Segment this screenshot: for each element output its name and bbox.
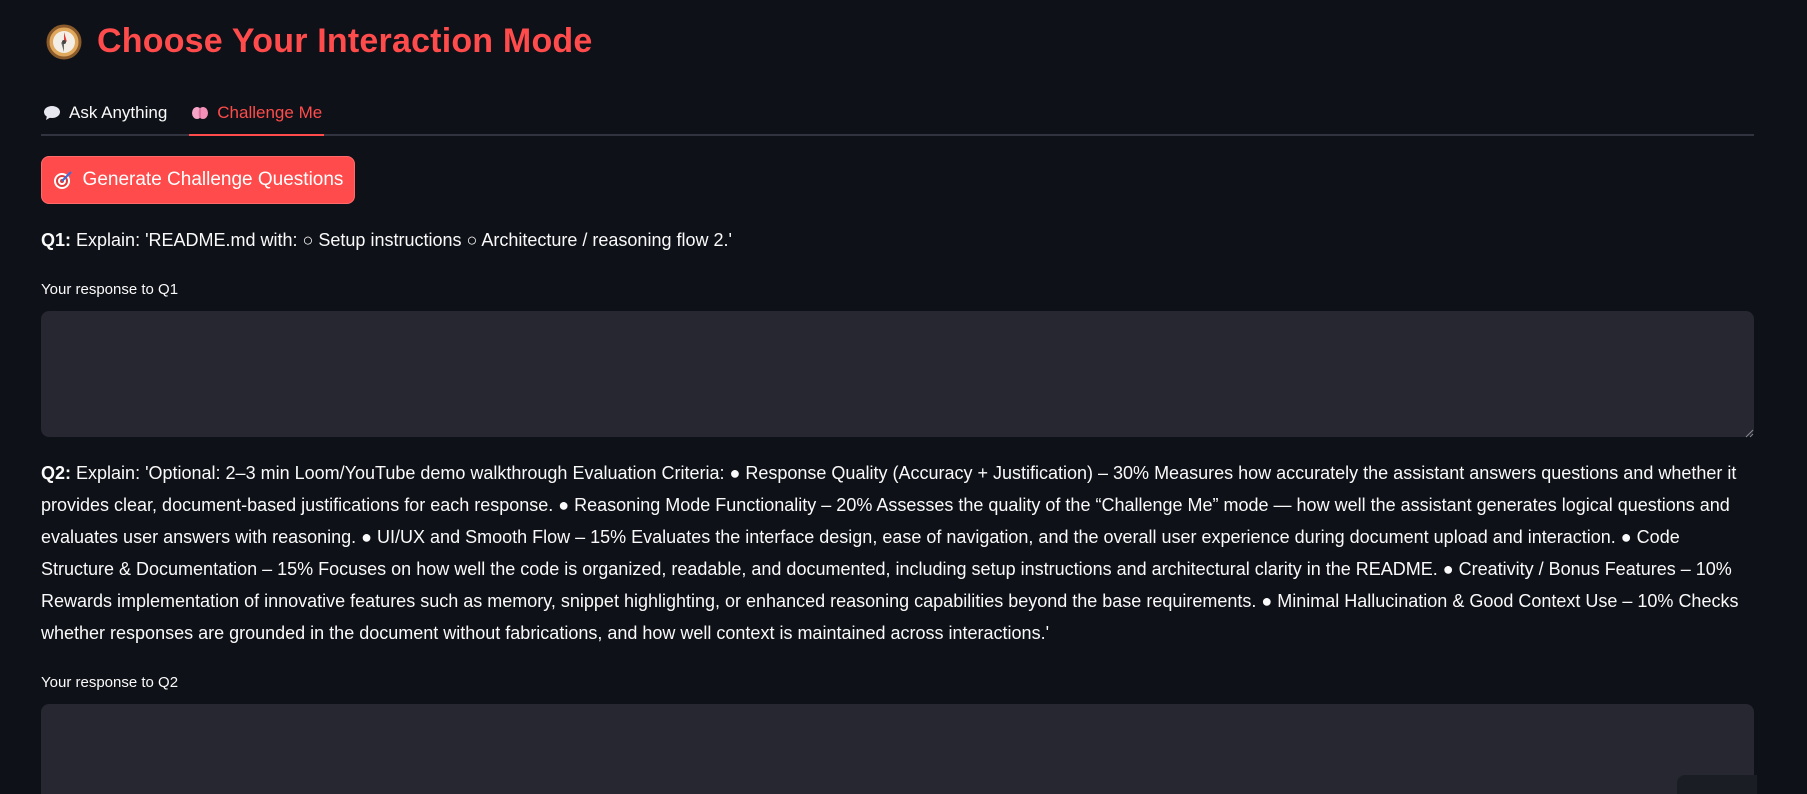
speech-bubble-icon [43,105,61,121]
response-label-q2: Your response to Q2 [41,674,179,691]
response-input-q2[interactable] [41,704,1754,794]
resize-handle-icon[interactable] [1744,425,1754,438]
app-page: Choose Your Interaction Mode Ask Anythin… [0,0,1807,794]
brain-icon [191,105,209,121]
generate-button-label: Generate Challenge Questions [82,169,344,190]
response-input-q1[interactable] [41,311,1754,437]
tab-label: Challenge Me [217,103,323,122]
question-text: Explain: 'Optional: 2–3 min Loom/YouTube… [41,463,1739,643]
target-icon [53,170,73,190]
question-1: Q1: Explain: 'README.md with: ○ Setup in… [41,224,1754,256]
question-number: Q2: [41,463,72,483]
corner-status-widget [1677,775,1757,794]
tab-ask-anything[interactable]: Ask Anything [41,92,169,134]
question-2: Q2: Explain: 'Optional: 2–3 min Loom/You… [41,457,1754,649]
tab-label: Ask Anything [69,103,168,122]
question-number: Q1: [41,230,72,250]
page-title: Choose Your Interaction Mode [97,22,593,60]
generate-challenge-button[interactable]: Generate Challenge Questions [41,156,355,204]
header: Choose Your Interaction Mode [45,22,593,61]
tab-challenge-me[interactable]: Challenge Me [189,92,325,136]
question-text: Explain: 'README.md with: ○ Setup instru… [76,230,732,250]
compass-icon [45,23,83,61]
response-label-q1: Your response to Q1 [41,281,179,298]
tab-bar: Ask Anything Challenge Me [41,92,1754,136]
